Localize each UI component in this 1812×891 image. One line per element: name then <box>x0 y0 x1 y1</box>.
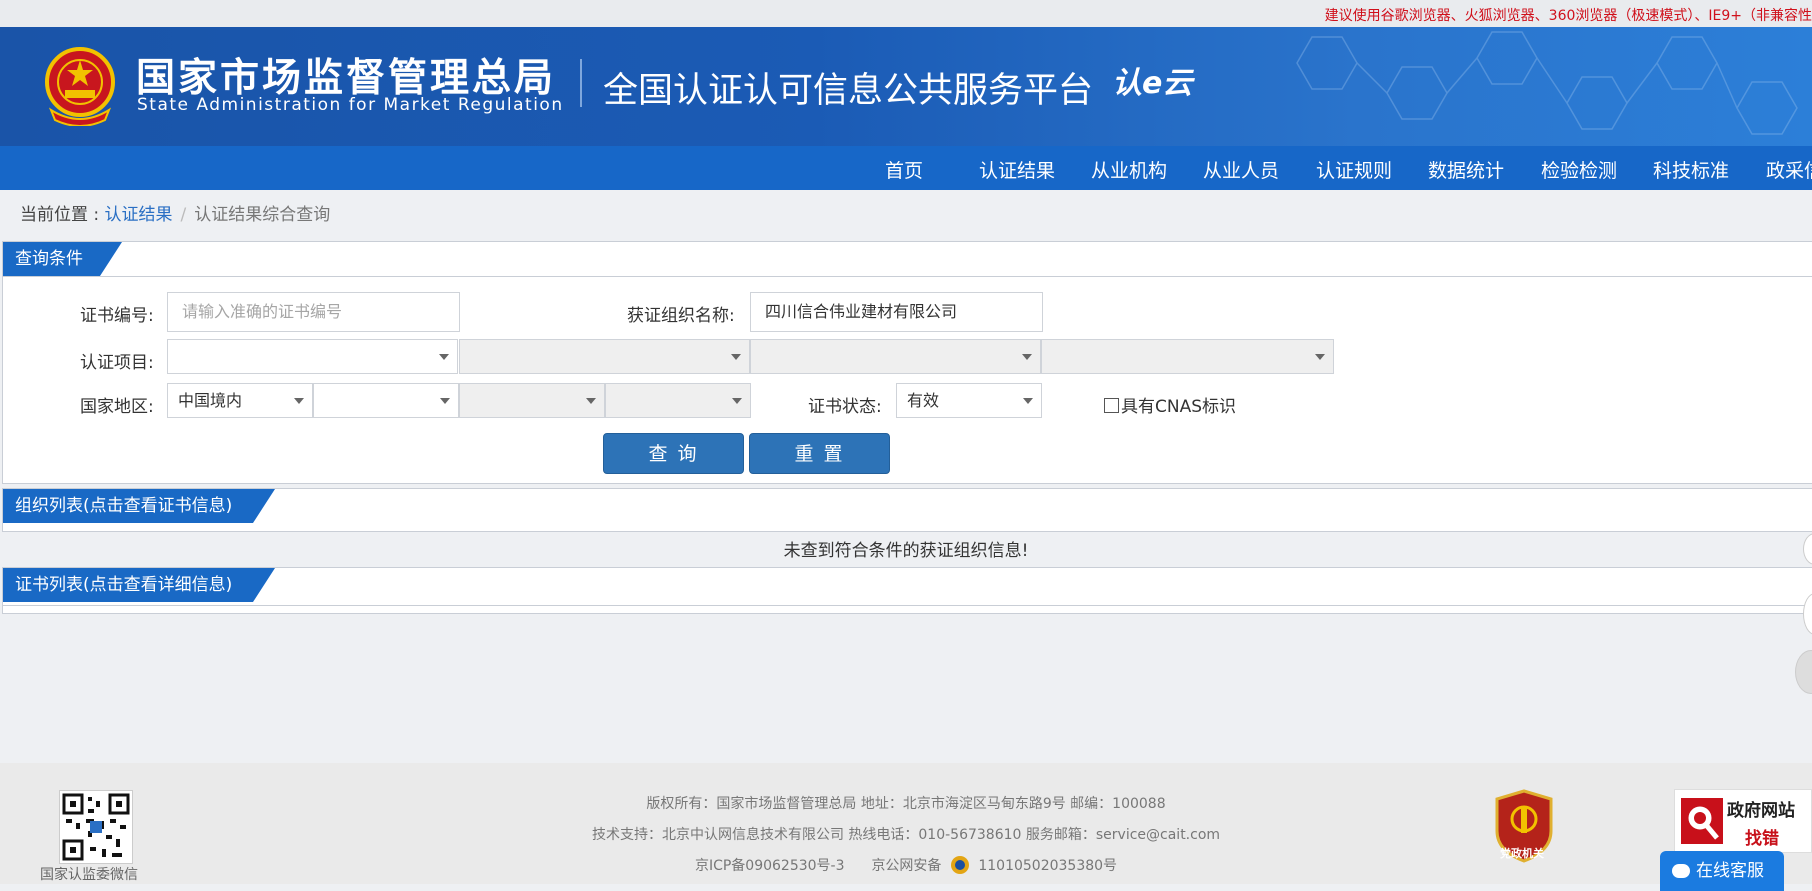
breadcrumb-current: 认证结果综合查询 <box>194 205 331 225</box>
nav-item-home[interactable]: 首页 <box>885 156 923 183</box>
site-header: 国家市场监督管理总局 State Administration for Mark… <box>0 27 1812 146</box>
region-select-district[interactable] <box>605 383 751 418</box>
region-select-province[interactable] <box>313 383 459 418</box>
org-list-title: 组织列表(点击查看证书信息) <box>3 489 275 523</box>
org-name-en: State Administration for Market Regulati… <box>137 95 564 115</box>
renecloud-logo: 认e云 <box>1112 66 1193 101</box>
browser-notice-bar: 建议使用谷歌浏览器、火狐浏览器、360浏览器（极速模式）、IE9+（非兼容性 <box>0 0 1812 27</box>
main-nav: 首页 认证结果 从业机构 从业人员 认证规则 数据统计 检验检测 科技标准 政采… <box>0 146 1812 190</box>
chevron-down-icon <box>439 354 449 360</box>
status-select[interactable]: 有效 <box>896 383 1042 418</box>
gov-find-subtitle: 找错 <box>1745 829 1779 849</box>
hexagon-pattern <box>1296 31 1798 135</box>
nav-item-testing[interactable]: 检验检测 <box>1541 156 1617 183</box>
icp-link[interactable]: 京ICP备09062530号-3 <box>695 858 845 874</box>
cert-no-input[interactable]: 请输入准确的证书编号 <box>167 292 460 332</box>
status-value: 有效 <box>907 391 940 410</box>
online-service-button[interactable]: 在线客服 <box>1660 851 1784 891</box>
org-name-input[interactable]: 四川信合伟业建材有限公司 <box>750 292 1043 332</box>
nav-item-cert-results[interactable]: 认证结果 <box>979 156 1055 183</box>
cert-item-select-3[interactable] <box>750 339 1041 374</box>
breadcrumb-separator: / <box>180 205 187 225</box>
national-emblem-icon <box>45 47 115 126</box>
nav-item-procurement[interactable]: 政采信 <box>1766 156 1812 183</box>
cert-item-select-1[interactable] <box>167 339 458 374</box>
browser-notice: 建议使用谷歌浏览器、火狐浏览器、360浏览器（极速模式）、IE9+（非兼容性 <box>1324 8 1812 24</box>
org-name-label: 获证组织名称: <box>627 306 735 326</box>
nav-item-institutions[interactable]: 从业机构 <box>1091 156 1167 183</box>
region-select-city[interactable] <box>459 383 605 418</box>
breadcrumb: 当前位置 : 认证结果 / 认证结果综合查询 <box>20 200 330 225</box>
police-badge-icon <box>950 856 969 874</box>
panel-divider <box>3 276 1812 277</box>
region-label: 国家地区: <box>80 397 154 417</box>
chevron-down-icon <box>586 398 596 404</box>
gov-website-error-report[interactable]: 政府网站 找错 <box>1674 789 1812 853</box>
nav-item-statistics[interactable]: 数据统计 <box>1428 156 1504 183</box>
gov-find-title: 政府网站 <box>1727 801 1795 821</box>
magnifier-icon <box>1681 798 1723 844</box>
cnas-checkbox[interactable]: 具有CNAS标识 <box>1104 392 1236 417</box>
chevron-down-icon <box>1022 354 1032 360</box>
panel-divider <box>3 605 1812 606</box>
region-select-country[interactable]: 中国境内 <box>167 383 313 418</box>
cert-item-label: 认证项目: <box>80 353 154 373</box>
nav-item-cert-rules[interactable]: 认证规则 <box>1316 156 1392 183</box>
checkbox-box[interactable] <box>1104 398 1119 413</box>
chevron-down-icon <box>731 354 741 360</box>
chevron-down-icon <box>1315 354 1325 360</box>
police-record-link[interactable]: 11010502035380号 <box>978 858 1117 874</box>
nav-item-standards[interactable]: 科技标准 <box>1653 156 1729 183</box>
breadcrumb-link-cert-results[interactable]: 认证结果 <box>105 205 173 225</box>
party-badge-label: 党政机关 <box>1500 847 1544 860</box>
query-panel-title: 查询条件 <box>3 242 122 276</box>
query-panel: 查询条件 证书编号: 请输入准确的证书编号 获证组织名称: 四川信合伟业建材有限… <box>2 241 1812 484</box>
org-list-empty-message: 未查到符合条件的获证组织信息! <box>783 541 1029 561</box>
cnas-label: 具有CNAS标识 <box>1121 397 1237 417</box>
nav-item-practitioners[interactable]: 从业人员 <box>1203 156 1279 183</box>
header-divider <box>580 59 582 107</box>
chevron-down-icon <box>732 398 742 404</box>
side-avatar-button[interactable] <box>1795 650 1812 694</box>
police-prefix: 京公网安备 <box>871 858 942 874</box>
chat-icon <box>1672 864 1690 878</box>
cert-item-select-2[interactable] <box>459 339 750 374</box>
cert-no-label: 证书编号: <box>80 306 154 326</box>
breadcrumb-prefix: 当前位置 : <box>20 205 105 225</box>
cert-item-select-4[interactable] <box>1041 339 1334 374</box>
region-value: 中国境内 <box>178 391 243 410</box>
site-footer: 国家认监委微信 版权所有：国家市场监督管理总局 地址：北京市海淀区马甸东路9号 … <box>0 763 1812 891</box>
chevron-down-icon <box>1023 398 1033 404</box>
org-list-panel: 组织列表(点击查看证书信息) <box>2 488 1812 532</box>
status-label: 证书状态: <box>808 397 882 417</box>
cert-list-title: 证书列表(点击查看详细信息) <box>3 568 275 602</box>
chevron-down-icon <box>440 398 450 404</box>
platform-title: 全国认证认可信息公共服务平台 <box>603 71 1094 111</box>
chat-label: 在线客服 <box>1696 861 1764 881</box>
cert-list-panel: 证书列表(点击查看详细信息) <box>2 567 1812 614</box>
chevron-down-icon <box>294 398 304 404</box>
search-button[interactable]: 查 询 <box>603 433 744 474</box>
reset-button[interactable]: 重 置 <box>749 433 890 474</box>
